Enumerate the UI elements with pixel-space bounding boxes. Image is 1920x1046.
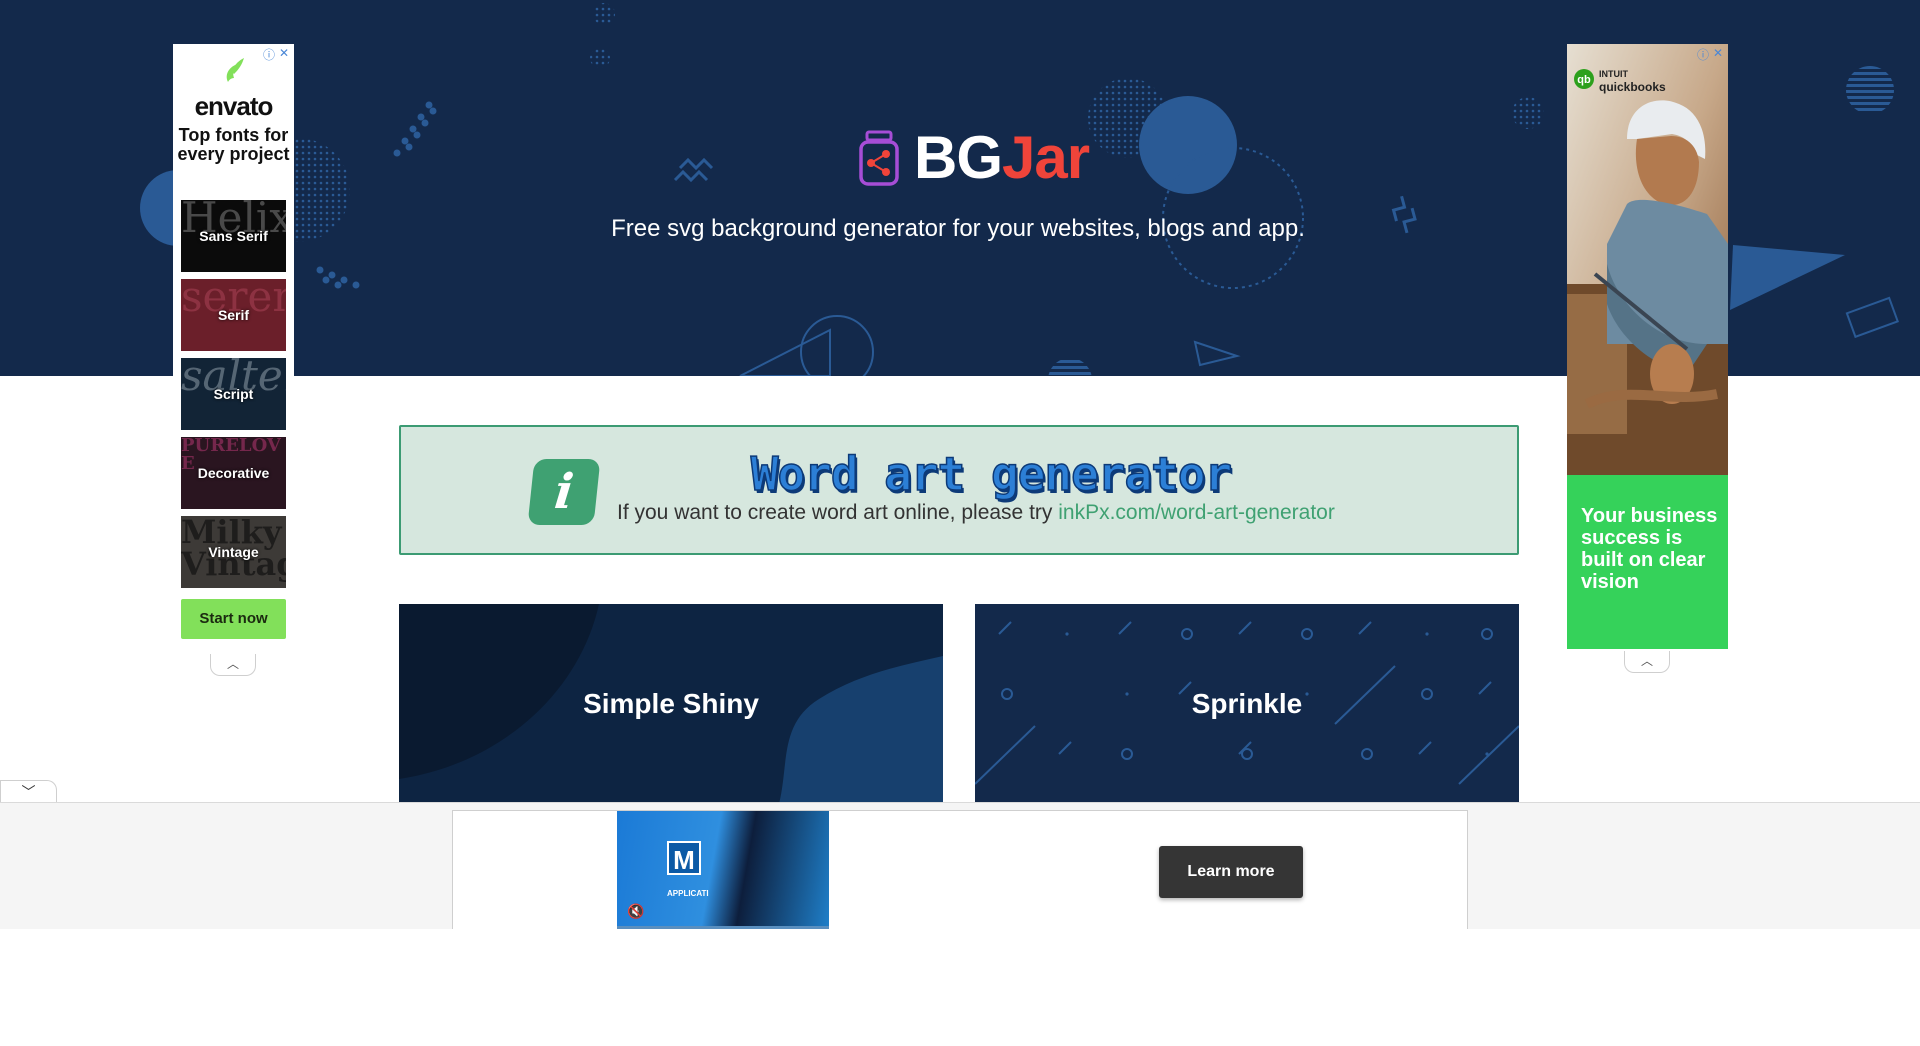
font-tile-label: Script: [213, 386, 254, 402]
ad-video-caption: APPLICATI: [667, 889, 709, 898]
quickbooks-brand: INTUIT quickbooks: [1599, 68, 1666, 94]
envato-brand: envato: [194, 91, 274, 121]
font-tile-label: Decorative: [197, 465, 270, 481]
font-tile-decorative[interactable]: PURELOVE Decorative: [181, 437, 286, 509]
learn-more-button[interactable]: Learn more: [1159, 846, 1303, 898]
banner-title: Word art generator: [750, 446, 1233, 502]
banner-text: If you want to create word art online, p…: [617, 501, 1335, 525]
font-tile-sans-serif[interactable]: Helixa Sans Serif: [181, 200, 286, 272]
site-logo[interactable]: BGJar: [858, 128, 1090, 188]
font-tile-serif[interactable]: seren Serif: [181, 279, 286, 351]
chevron-down-icon[interactable]: ﹀: [0, 780, 57, 804]
ad-video-logo: M: [667, 841, 701, 875]
font-tile-label: Serif: [217, 307, 250, 323]
card-title-sprinkle: Sprinkle: [1191, 688, 1303, 719]
card-title-simple-shiny: Simple Shiny: [583, 688, 759, 719]
background-card-simple-shiny[interactable]: Simple Shiny: [399, 604, 943, 804]
logo-bg: BG: [914, 124, 1003, 191]
bottom-ad[interactable]: M APPLICATI 🔇 Learn more: [452, 810, 1468, 929]
word-art-banner: i Word art generator If you want to crea…: [399, 425, 1519, 555]
logo-wordmark: BGJar: [914, 128, 1090, 188]
font-tile-script[interactable]: salter Script: [181, 358, 286, 430]
font-tile-label: Vintage: [208, 544, 259, 560]
background-card-sprinkle[interactable]: Sprinkle: [975, 604, 1519, 804]
envato-logo: envato: [173, 56, 294, 122]
font-tile-label: Sans Serif: [199, 228, 268, 244]
page: BGJar Free svg background generator for …: [0, 0, 1920, 1046]
ad-right-headline: Your business success is built on clear …: [1581, 505, 1718, 593]
ad-info-icon[interactable]: ⓘ: [1697, 46, 1709, 63]
chevron-up-icon[interactable]: ︿: [210, 654, 256, 676]
jar-share-icon: [859, 130, 899, 186]
close-icon[interactable]: ✕: [1713, 46, 1723, 60]
ad-photo: [1567, 44, 1728, 475]
envato-leaf-icon: [226, 58, 244, 82]
ad-right-panel: Your business success is built on clear …: [1567, 475, 1728, 649]
video-progress-bar: [617, 926, 829, 929]
quickbooks-logo-icon: qb: [1574, 69, 1594, 89]
word-art-link[interactable]: inkPx.com/word-art-generator: [1058, 501, 1335, 524]
left-side-ad[interactable]: ⓘ ✕ envato Top fonts for every project H…: [173, 44, 294, 654]
font-tile-vintage[interactable]: Milky Vintage Vintage: [181, 516, 286, 588]
start-now-button[interactable]: Start now: [181, 599, 286, 639]
svg-text:qb: qb: [1577, 74, 1591, 86]
banner-text-lead: If you want to create word art online, p…: [617, 501, 1059, 524]
chevron-up-icon[interactable]: ︿: [1624, 651, 1670, 673]
muted-speaker-icon[interactable]: 🔇: [627, 903, 644, 920]
right-side-ad[interactable]: qb INTUIT quickbooks ⓘ ✕ Your business s…: [1567, 44, 1728, 649]
logo-jar: Jar: [1002, 124, 1090, 191]
ad-video[interactable]: M APPLICATI 🔇: [617, 811, 829, 929]
ad-left-headline: Top fonts for every project: [177, 125, 290, 164]
brand-line2: quickbooks: [1599, 80, 1666, 94]
